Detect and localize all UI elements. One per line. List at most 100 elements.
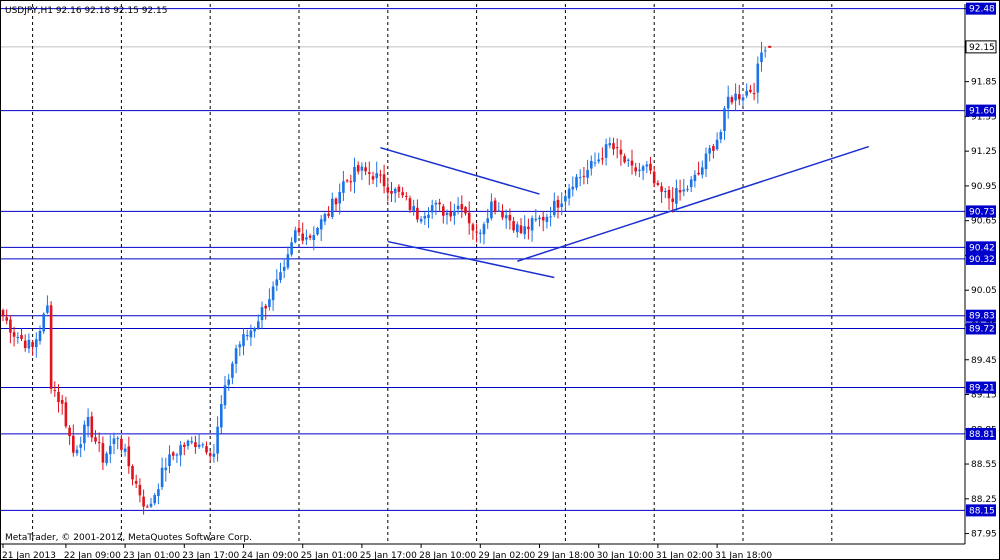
candle-body — [564, 196, 567, 202]
candle — [412, 199, 415, 216]
candle-body — [497, 210, 501, 212]
candle — [290, 237, 293, 257]
candle — [294, 226, 297, 244]
x-tick-label: 28 Jan 10:00 — [419, 551, 476, 560]
candle — [390, 182, 393, 202]
candle-body — [375, 173, 378, 179]
candle-body — [645, 164, 649, 167]
candle-body — [120, 438, 123, 450]
candle — [9, 315, 12, 344]
candle-body — [541, 216, 545, 221]
candle — [312, 226, 316, 251]
candle — [604, 138, 608, 166]
candle-body — [349, 181, 353, 183]
level-label-text: 90.73 — [969, 207, 995, 217]
candle — [493, 197, 497, 215]
candle — [601, 147, 604, 165]
chart-window[interactable]: 92.4891.8591.5591.2590.9590.6590.3590.05… — [0, 0, 1000, 560]
y-tick-label: 91.85 — [971, 78, 997, 88]
candle-body — [223, 385, 227, 406]
candle — [157, 483, 160, 505]
candle-body — [652, 171, 656, 184]
candle-body — [175, 454, 179, 456]
candle — [660, 182, 663, 203]
candle — [349, 174, 353, 192]
candle-body — [16, 336, 20, 339]
candle-body — [608, 143, 612, 146]
candle-body — [160, 467, 164, 488]
candle — [342, 170, 345, 201]
candle-body — [183, 444, 186, 447]
candle-body — [216, 426, 219, 454]
candle-body — [486, 218, 489, 223]
candle — [175, 452, 179, 463]
x-tick-label: 30 Jan 10:00 — [597, 551, 654, 560]
trendline-support[interactable] — [517, 145, 870, 262]
candle-body — [723, 108, 726, 132]
candle — [134, 474, 138, 489]
candle-body — [460, 204, 464, 210]
candle-body — [578, 177, 582, 179]
candle-body — [590, 160, 593, 169]
candle-body — [738, 94, 741, 100]
candle-body — [49, 305, 53, 389]
candle-body — [171, 452, 175, 456]
candle — [1, 308, 5, 322]
candle — [72, 424, 75, 457]
candle-body — [612, 143, 615, 150]
candle — [116, 436, 119, 450]
candle-body — [712, 146, 715, 151]
candle — [331, 192, 334, 220]
level-label-text: 89.21 — [969, 384, 995, 394]
candle — [268, 288, 271, 311]
candle — [190, 436, 193, 445]
candle-body — [427, 214, 430, 219]
candle — [512, 216, 515, 233]
candle — [253, 326, 256, 338]
candle-body — [179, 445, 182, 456]
level-label-88.15: 88.15 — [966, 504, 996, 517]
candle — [664, 188, 667, 199]
candle-body — [405, 195, 408, 197]
candle — [586, 159, 589, 185]
candle — [638, 162, 641, 178]
candle — [582, 167, 586, 185]
candle-body — [449, 211, 452, 217]
candle — [423, 211, 427, 226]
candle — [490, 193, 493, 221]
candle-body — [109, 445, 112, 455]
candle-body — [331, 198, 334, 217]
candle-body — [345, 180, 349, 182]
candle-body — [419, 219, 423, 222]
candle — [671, 187, 674, 213]
candle-body — [445, 212, 449, 216]
candle-body — [231, 363, 234, 378]
candle-body — [545, 216, 549, 222]
candle — [438, 198, 441, 211]
candle-body — [656, 182, 660, 185]
candle — [564, 193, 567, 211]
candle — [319, 215, 323, 242]
candle-body — [149, 503, 153, 507]
candle-body — [290, 242, 293, 255]
candle — [183, 442, 186, 456]
candle-body — [94, 437, 97, 442]
candle-body — [556, 199, 560, 208]
price-chart[interactable]: 92.4891.8591.5591.2590.9590.6590.3590.05… — [0, 0, 1000, 560]
candle-body — [549, 216, 552, 218]
candle — [634, 162, 637, 176]
candle — [275, 269, 279, 292]
candle — [656, 180, 660, 187]
candle — [308, 233, 312, 241]
candle-body — [112, 438, 116, 444]
candle-body — [238, 344, 242, 348]
candle — [227, 373, 230, 391]
candle-body — [467, 212, 471, 224]
candle-body — [334, 198, 338, 205]
level-label-text: 91.60 — [969, 107, 995, 117]
x-tick-label: 24 Jan 09:00 — [242, 551, 299, 560]
candle-body — [464, 207, 467, 214]
candle — [264, 303, 267, 320]
trendline-channel-upper[interactable] — [380, 146, 540, 195]
candle — [83, 420, 86, 451]
